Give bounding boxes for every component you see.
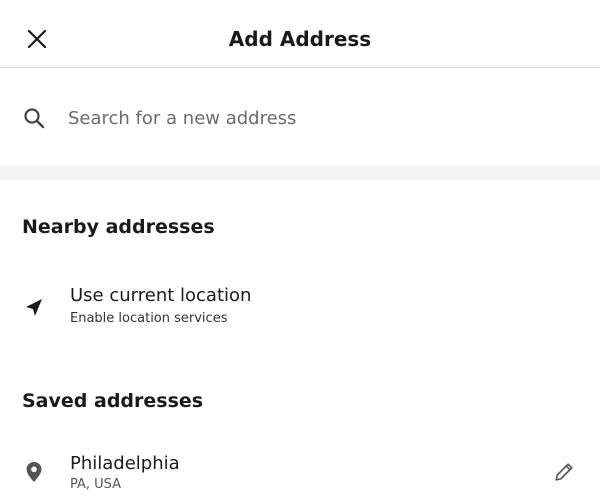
current-location-label: Use current location — [70, 285, 252, 306]
edit-pencil-icon — [555, 463, 573, 481]
edit-address-button[interactable] — [550, 458, 578, 486]
map-pin-icon — [26, 462, 42, 482]
saved-address-detail: PA, USA — [70, 477, 122, 492]
search-input[interactable] — [68, 98, 548, 138]
section-divider — [0, 166, 600, 180]
saved-address-row[interactable]: Philadelphia PA, USA — [0, 450, 600, 500]
navigation-arrow-icon — [26, 299, 42, 316]
saved-address-name: Philadelphia — [70, 453, 180, 474]
current-location-sublabel: Enable location services — [70, 311, 228, 326]
search-row[interactable] — [0, 68, 600, 166]
header-bar: Add Address — [0, 0, 600, 68]
saved-addresses-heading: Saved addresses — [22, 390, 204, 412]
use-current-location-row[interactable]: Use current location Enable location ser… — [0, 280, 600, 340]
search-icon — [24, 108, 45, 129]
page-title: Add Address — [228, 27, 372, 51]
nearby-addresses-heading: Nearby addresses — [22, 216, 215, 238]
